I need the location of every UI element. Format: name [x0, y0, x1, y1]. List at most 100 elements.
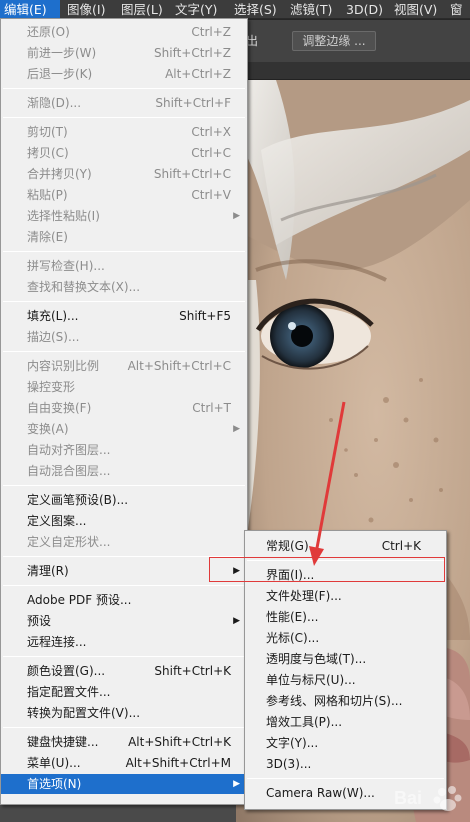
menu-item: 拷贝(C) Ctrl+C: [1, 143, 247, 163]
menu-item-label: 合并拷贝(Y): [27, 167, 92, 181]
menu-item-label: 定义自定形状...: [27, 535, 111, 549]
annotation-highlight-box: [209, 557, 445, 582]
menu-item[interactable]: 定义图案...: [1, 511, 247, 531]
menu-item: 还原(O) Ctrl+Z: [1, 22, 247, 42]
menu-item[interactable]: 定义画笔预设(B)...: [1, 490, 247, 510]
menu-item[interactable]: 填充(L)... Shift+F5: [1, 306, 247, 326]
menu-item-label: 自动对齐图层...: [27, 443, 111, 457]
menu-item-label: 内容识别比例: [27, 359, 100, 373]
menu-separator: [3, 485, 245, 486]
menubar-item-1[interactable]: 图像(I): [63, 0, 113, 19]
menu-item-label: 自由变换(F): [27, 401, 92, 415]
menu-item-label: 前进一步(W): [27, 46, 97, 60]
menu-item: 变换(A) ▶: [1, 419, 247, 439]
edit-menu: 还原(O) Ctrl+Z 前进一步(W) Shift+Ctrl+Z 后退一步(K) Alt…: [0, 18, 248, 805]
menu-item[interactable]: 性能(E)...: [245, 607, 446, 627]
menubar-item-4[interactable]: 选择(S): [230, 0, 280, 19]
menu-item-label: 文字(Y)...: [266, 736, 319, 750]
menu-item-label: 变换(A): [27, 422, 69, 436]
menu-item[interactable]: Adobe PDF 预设...: [1, 590, 247, 610]
menu-item-label: 填充(L)...: [27, 309, 79, 323]
menu-item: 前进一步(W) Shift+Ctrl+Z: [1, 43, 247, 63]
menu-item-label: 剪切(T): [27, 125, 68, 139]
menu-item: 拼写检查(H)...: [1, 256, 247, 276]
menu-item-label: 参考线、网格和切片(S)...: [266, 694, 403, 708]
menu-item-label: 定义画笔预设(B)...: [27, 493, 129, 507]
menu-item[interactable]: 常规(G)... Ctrl+K: [245, 536, 446, 556]
menu-item-label: Adobe PDF 预设...: [27, 593, 132, 607]
menu-item: 清除(E): [1, 227, 247, 247]
menu-item-label: 单位与标尺(U)...: [266, 673, 356, 687]
menu-separator: [3, 301, 245, 302]
menu-item[interactable]: 指定配置文件...: [1, 682, 247, 702]
menu-item: 选择性粘贴(I) ▶: [1, 206, 247, 226]
menu-item-label: 粘贴(P): [27, 188, 68, 202]
menu-item[interactable]: 远程连接...: [1, 632, 247, 652]
menu-item[interactable]: 光标(C)...: [245, 628, 446, 648]
submenu-arrow-icon: ▶: [233, 616, 240, 626]
menu-item-label: 操控变形: [27, 380, 76, 394]
menu-item-label: 菜单(U)...: [27, 756, 81, 770]
menubar-item-6[interactable]: 3D(D): [342, 0, 384, 19]
menu-item-label: 查找和替换文本(X)...: [27, 280, 141, 294]
menu-item: 定义自定形状...: [1, 532, 247, 552]
menubar-item-8[interactable]: 窗: [446, 0, 470, 19]
menu-item[interactable]: 单位与标尺(U)...: [245, 670, 446, 690]
menu-item-label: 常规(G)...: [266, 539, 321, 553]
menu-separator: [3, 117, 245, 118]
menu-item: 合并拷贝(Y) Shift+Ctrl+C: [1, 164, 247, 184]
menu-item-shortcut: Alt+Ctrl+Z: [165, 67, 231, 81]
menu-item-shortcut: Shift+Ctrl+K: [154, 664, 231, 678]
menubar-item-5[interactable]: 滤镜(T): [286, 0, 334, 19]
menu-item[interactable]: 键盘快捷键... Alt+Shift+Ctrl+K: [1, 732, 247, 752]
menu-item-label: 拷贝(C): [27, 146, 69, 160]
menu-item[interactable]: 颜色设置(G)... Shift+Ctrl+K: [1, 661, 247, 681]
menu-separator: [3, 88, 245, 89]
menu-separator: [3, 251, 245, 252]
menu-item[interactable]: 增效工具(P)...: [245, 712, 446, 732]
menu-item[interactable]: 3D(3)...: [245, 754, 446, 774]
menu-item[interactable]: 预设 ▶: [1, 611, 247, 631]
menu-item: 自由变换(F) Ctrl+T: [1, 398, 247, 418]
menu-item: 粘贴(P) Ctrl+V: [1, 185, 247, 205]
menu-item-label: Camera Raw(W)...: [266, 786, 375, 800]
menu-item[interactable]: 透明度与色域(T)...: [245, 649, 446, 669]
menu-item-label: 指定配置文件...: [27, 685, 111, 699]
menu-item-label: 清理(R): [27, 564, 69, 578]
menu-item-shortcut: Ctrl+X: [191, 125, 231, 139]
menubar-item-3[interactable]: 文字(Y): [171, 0, 226, 19]
menu-item-label: 描边(S)...: [27, 330, 80, 344]
menubar-item-0[interactable]: 编辑(E): [0, 0, 60, 19]
menu-item-label: 首选项(N): [27, 777, 82, 791]
menu-item-label: 自动混合图层...: [27, 464, 111, 478]
menu-item-label: 拼写检查(H)...: [27, 259, 105, 273]
menu-item-label: 键盘快捷键...: [27, 735, 99, 749]
menu-item-label: 文件处理(F)...: [266, 589, 342, 603]
refine-edge-button[interactable]: 调整边缘 ...: [292, 31, 376, 51]
menu-item-label: 清除(E): [27, 230, 68, 244]
menubar-item-7[interactable]: 视图(V): [390, 0, 438, 19]
menu-item-shortcut: Shift+Ctrl+Z: [154, 46, 231, 60]
watermark-logo: Bai: [394, 786, 462, 811]
menu-separator: [247, 778, 444, 779]
menu-item[interactable]: 文件处理(F)...: [245, 586, 446, 606]
menu-item-shortcut: Shift+Ctrl+F: [155, 96, 231, 110]
menu-item: 后退一步(K) Alt+Ctrl+Z: [1, 64, 247, 84]
menu-item-label: 选择性粘贴(I): [27, 209, 100, 223]
menubar-item-2[interactable]: 图层(L): [117, 0, 167, 19]
menu-item: 操控变形: [1, 377, 247, 397]
menu-item[interactable]: 参考线、网格和切片(S)...: [245, 691, 446, 711]
menu-item-shortcut: Ctrl+Z: [191, 25, 231, 39]
menu-separator: [3, 351, 245, 352]
menu-item-label: 增效工具(P)...: [266, 715, 343, 729]
menu-item-shortcut: Ctrl+C: [191, 146, 231, 160]
menu-item-label: 性能(E)...: [266, 610, 319, 624]
menu-item[interactable]: 菜单(U)... Alt+Shift+Ctrl+M: [1, 753, 247, 773]
menu-item-shortcut: Shift+F5: [179, 309, 231, 323]
menu-item[interactable]: 转换为配置文件(V)...: [1, 703, 247, 723]
menu-item[interactable]: 首选项(N) ▶: [1, 774, 247, 794]
menu-item[interactable]: 文字(Y)...: [245, 733, 446, 753]
submenu-arrow-icon: ▶: [233, 211, 240, 221]
menu-item-label: 后退一步(K): [27, 67, 93, 81]
menu-item-label: 远程连接...: [27, 635, 87, 649]
